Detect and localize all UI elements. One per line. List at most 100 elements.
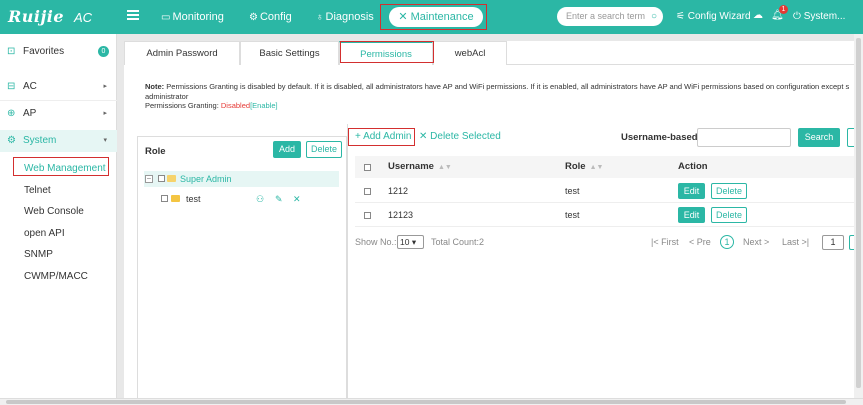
show-no-label: Show No.:	[355, 237, 397, 247]
sidebar-item-ac[interactable]: ⊟ AC ▸	[0, 76, 117, 98]
tree-node-super-admin[interactable]: – Super Admin	[144, 171, 339, 187]
ap-icon: ⊕	[7, 108, 16, 119]
sidebar-sub-cwmp-macc[interactable]: CWMP/MACC	[24, 271, 88, 282]
delete-button[interactable]: Delete	[711, 183, 747, 199]
wizard-icon: ⚟	[676, 11, 685, 22]
delete-selected-button[interactable]: ✕ Delete Selected	[419, 131, 501, 142]
column-action: Action	[678, 161, 708, 172]
add-user-icon[interactable]: ⚇	[256, 191, 264, 207]
folder-open-icon	[167, 175, 176, 182]
sidebar: ⊡ Favorites 0 ⊟ AC ▸ ⊕ AP ▸ ⚙ System ▾ W…	[0, 34, 117, 400]
table-row: 1212 test Edit Delete	[355, 179, 863, 203]
sort-icon[interactable]: ▲▼	[438, 164, 452, 171]
granting-status: Disabled	[220, 101, 251, 110]
last-page-button[interactable]: Last >|	[782, 232, 809, 252]
tab-bar: Admin Password Basic Settings Permission…	[124, 41, 863, 65]
edit-button[interactable]: Edit	[678, 183, 705, 199]
chevron-right-icon: ▸	[103, 110, 107, 117]
next-page-button[interactable]: Next >	[743, 232, 769, 252]
close-icon: ✕	[419, 131, 428, 142]
table-header: Username ▲▼ Role ▲▼ Action	[355, 156, 863, 178]
prev-page-button[interactable]: < Pre	[689, 232, 711, 252]
tab-webacl[interactable]: webAcl	[433, 41, 507, 65]
gear-icon: ⚙	[249, 12, 258, 23]
highlight-permissions-tab	[340, 41, 434, 63]
horizontal-scroll-thumb[interactable]	[6, 400, 846, 404]
add-admin-button[interactable]: + Add Admin	[355, 131, 411, 142]
select-all-checkbox[interactable]	[364, 164, 371, 171]
pagination: Show No.: 10 ▾ Total Count:2 |< First < …	[355, 232, 863, 252]
nav-diagnosis[interactable]: ♁ Diagnosis	[316, 11, 374, 23]
tab-basic-settings[interactable]: Basic Settings	[240, 41, 339, 65]
current-page[interactable]: 1	[720, 235, 734, 249]
nav-config[interactable]: ⚙ Config	[249, 11, 292, 23]
username-filter-input[interactable]	[697, 128, 791, 147]
monitor-icon: ▭	[161, 12, 171, 23]
tab-admin-password[interactable]: Admin Password	[124, 41, 240, 65]
favorites-icon: ⊡	[7, 46, 16, 57]
menu-toggle-icon[interactable]	[127, 10, 139, 20]
highlight-web-management	[13, 157, 109, 176]
add-role-button[interactable]: Add	[273, 141, 301, 158]
search-button[interactable]: Search	[798, 128, 840, 147]
vertical-scrollbar[interactable]	[854, 34, 863, 398]
config-wizard-link[interactable]: ⚟ Config Wizard	[676, 11, 751, 22]
table-row: 12123 test Edit Delete	[355, 203, 863, 227]
cloud-icon[interactable]: ☁	[753, 10, 763, 21]
vertical-scroll-thumb[interactable]	[856, 38, 861, 388]
next-icon: >	[764, 237, 770, 247]
last-icon: >|	[801, 237, 810, 247]
delete-role-button[interactable]: Delete	[306, 141, 342, 158]
checkbox[interactable]	[158, 175, 165, 182]
edit-icon[interactable]: ✎	[275, 191, 283, 207]
main-panel: Admin Password Basic Settings Permission…	[124, 41, 863, 400]
favorites-count-badge: 0	[98, 46, 109, 57]
sidebar-item-system[interactable]: ⚙ System ▾	[0, 130, 117, 152]
role-title: Role	[145, 146, 166, 157]
sidebar-sub-snmp[interactable]: SNMP	[24, 249, 53, 260]
column-role[interactable]: Role ▲▼	[565, 156, 603, 179]
first-icon: |<	[651, 237, 659, 247]
enable-link[interactable]: [Enable]	[250, 101, 278, 110]
column-username[interactable]: Username ▲▼	[388, 156, 452, 179]
checkbox[interactable]	[161, 195, 168, 202]
folder-icon	[171, 195, 180, 202]
row-checkbox[interactable]	[364, 212, 371, 219]
close-icon[interactable]: ✕	[293, 191, 301, 207]
notification-badge: 1	[779, 5, 788, 14]
role-cell: test	[565, 186, 580, 196]
first-page-button[interactable]: |< First	[651, 232, 679, 252]
product-name: AC	[74, 10, 93, 25]
system-menu[interactable]: ⏻ System...	[793, 11, 845, 22]
row-checkbox[interactable]	[364, 188, 371, 195]
sidebar-divider	[0, 100, 117, 101]
username-cell: 12123	[388, 210, 414, 220]
goto-page-input[interactable]: 1	[822, 235, 844, 250]
tree-node-test[interactable]: test ⚇ ✎ ✕	[144, 191, 339, 207]
nav-monitoring[interactable]: ▭ Monitoring	[161, 11, 224, 23]
system-icon: ⚙	[7, 135, 16, 146]
chevron-down-icon: ▾	[411, 237, 417, 247]
chevron-down-icon: ▾	[103, 137, 107, 144]
chevron-right-icon: ▸	[103, 83, 107, 90]
highlight-maintenance	[380, 4, 487, 30]
collapse-icon[interactable]: –	[145, 175, 153, 183]
sidebar-sub-web-console[interactable]: Web Console	[24, 206, 84, 217]
page-size-select[interactable]: 10 ▾	[397, 235, 424, 249]
search-icon[interactable]: ○	[651, 7, 657, 26]
sidebar-item-favorites[interactable]: ⊡ Favorites 0	[0, 41, 117, 63]
horizontal-scrollbar[interactable]	[0, 398, 863, 405]
permissions-note: Note: Permissions Granting is disabled b…	[145, 82, 850, 110]
delete-button[interactable]: Delete	[711, 207, 747, 223]
ruijie-logo: Ruijie	[8, 7, 65, 26]
sidebar-item-ap[interactable]: ⊕ AP ▸	[0, 103, 117, 125]
sidebar-sub-telnet[interactable]: Telnet	[24, 185, 51, 196]
edit-button[interactable]: Edit	[678, 207, 705, 223]
sort-icon[interactable]: ▲▼	[590, 164, 604, 171]
role-panel: Role Add Delete – Super Admin test ⚇ ✎ ✕	[137, 136, 347, 400]
global-search-input[interactable]: Enter a search term ○	[557, 7, 663, 26]
sidebar-sub-open-api[interactable]: open API	[24, 228, 65, 239]
username-filter-label: Username-based:	[621, 132, 701, 143]
power-icon: ⏻	[793, 11, 801, 22]
ac-icon: ⊟	[7, 81, 16, 92]
